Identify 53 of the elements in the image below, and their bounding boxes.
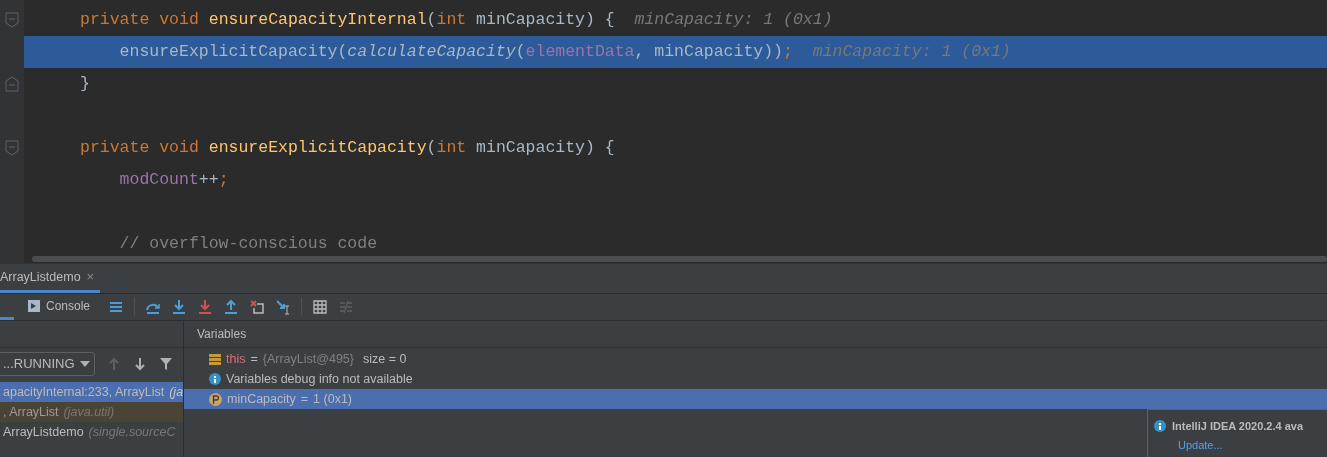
- caret-icon: [80, 361, 90, 367]
- filter-icon[interactable]: [159, 356, 173, 372]
- update-link[interactable]: Update...: [1178, 436, 1223, 453]
- parameter-icon: [209, 392, 222, 406]
- info-icon: [1154, 420, 1166, 433]
- inline-value-hint: minCapacity: 1 (0x1): [812, 40, 1011, 63]
- code-token: int: [436, 136, 467, 159]
- drop-frame-icon[interactable]: [249, 299, 266, 315]
- code-token: modCount: [119, 168, 199, 191]
- code-token: // overflow-conscious code: [119, 232, 378, 255]
- layout-icon[interactable]: [108, 299, 125, 315]
- code-token: ;: [218, 168, 229, 191]
- code-token: int: [436, 8, 467, 31]
- fold-icon[interactable]: [5, 12, 19, 28]
- console-tab[interactable]: Console: [26, 294, 93, 320]
- code-token: minCapacity) {: [475, 136, 615, 159]
- force-step-into-icon[interactable]: [197, 299, 214, 315]
- code-token: ensureExplicitCapacity: [208, 136, 427, 159]
- info-icon: [209, 373, 221, 385]
- thread-dropdown[interactable]: ...RUNNING: [0, 352, 95, 376]
- notification-title: IntelliJ IDEA 2020.2.4 ava: [1172, 419, 1304, 434]
- code-token: calculateCapacity: [347, 40, 516, 63]
- variable-row[interactable]: Variables debug info not available: [184, 369, 1327, 389]
- step-out-icon[interactable]: [223, 299, 240, 315]
- code-token: ++: [198, 168, 219, 191]
- horizontal-scrollbar[interactable]: [32, 256, 1327, 262]
- table-icon[interactable]: [312, 299, 329, 315]
- code-token: private void: [80, 8, 200, 31]
- code-token: ensureCapacityInternal: [208, 8, 427, 31]
- object-icon: [209, 353, 221, 365]
- run-to-cursor-icon[interactable]: [275, 299, 292, 315]
- down-arrow-icon[interactable]: [133, 356, 147, 372]
- stack-frame[interactable]: , ArrayList (java.util): [0, 402, 183, 422]
- code-token: (: [515, 40, 526, 63]
- fold-icon[interactable]: [5, 76, 19, 92]
- step-into-icon[interactable]: [171, 299, 188, 315]
- inline-value-hint: minCapacity: 1 (0x1): [634, 8, 833, 31]
- code-token: ;: [783, 40, 793, 63]
- code-token: (: [426, 8, 437, 31]
- code-token: }: [80, 72, 90, 95]
- code-token: , minCapacity)): [634, 40, 784, 63]
- fold-icon[interactable]: [5, 140, 19, 156]
- panel-title: Variables: [197, 326, 247, 343]
- stack-frame[interactable]: apacityInternal:233, ArrayList (ja: [0, 382, 183, 402]
- console-icon: [28, 299, 40, 312]
- stack-frame[interactable]: ArrayListdemo (single.sourceC: [0, 422, 183, 442]
- code-token: elementData: [525, 40, 635, 63]
- variable-row[interactable]: this = {ArrayList@495} size = 0: [184, 349, 1327, 369]
- close-icon[interactable]: ×: [86, 267, 95, 287]
- code-token: minCapacity) {: [475, 8, 615, 31]
- code-token: private void: [80, 136, 200, 159]
- code-token: ensureExplicitCapacity(: [119, 40, 348, 63]
- code-token: (: [426, 136, 437, 159]
